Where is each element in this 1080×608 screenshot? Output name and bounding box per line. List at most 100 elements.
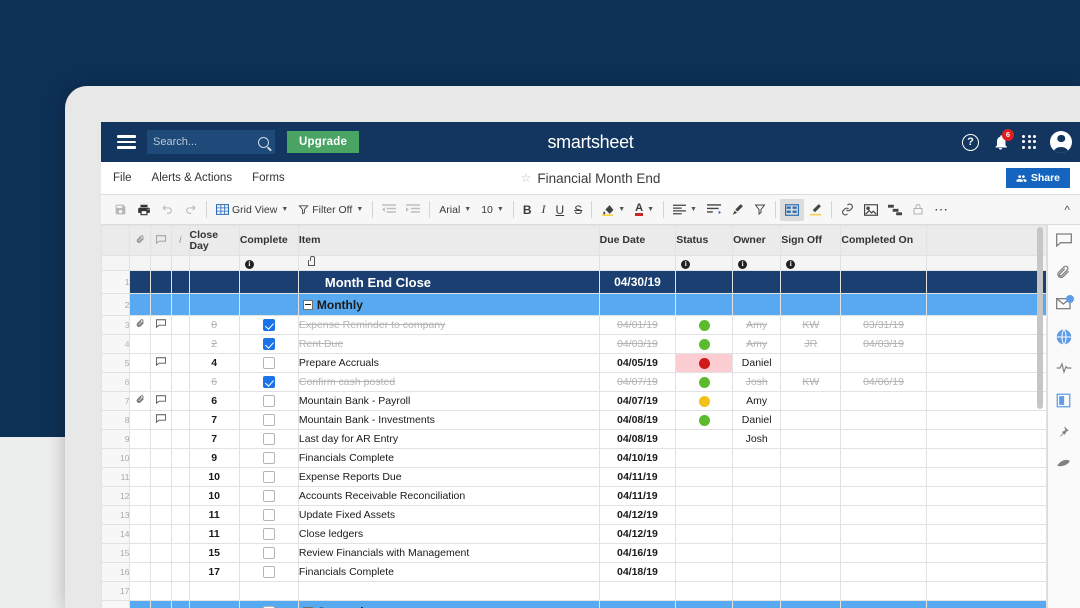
cell-signoff[interactable] [781,544,841,563]
cell-complete[interactable] [239,506,298,525]
cell-due-date[interactable]: 04/08/19 [599,430,676,449]
cell-signoff[interactable] [781,468,841,487]
header-signoff[interactable]: Sign Off [781,226,841,256]
cell-complete[interactable] [239,354,298,373]
cell-status[interactable] [676,354,733,373]
cell-due-date[interactable]: 04/30/19 [599,271,676,294]
cell-close-day[interactable]: 7 [189,430,239,449]
cell-item[interactable]: Financials Complete [298,449,599,468]
cell-complete[interactable] [239,487,298,506]
cell-completed-on[interactable]: 04/06/19 [841,373,926,392]
cell-close-day[interactable]: 10 [189,487,239,506]
save-icon[interactable] [109,199,132,221]
comment-icon[interactable] [1056,233,1073,250]
attachment-icon[interactable] [1056,265,1073,282]
highlight-icon[interactable] [1056,457,1073,474]
summary-icon[interactable] [1056,393,1073,410]
collapse-toolbar-icon[interactable]: ^ [1064,203,1070,217]
cell-status[interactable] [676,392,733,411]
cell-owner[interactable]: Daniel [733,411,781,430]
table-row[interactable]: 76Mountain Bank - Payroll04/07/19Amy [102,392,1047,411]
italic-button[interactable]: I [537,199,551,221]
header-attachment-icon[interactable] [130,226,151,256]
table-row[interactable]: 18Quarterly [102,601,1047,608]
cell-complete[interactable] [239,601,298,608]
cell-status[interactable] [676,506,733,525]
cell-signoff[interactable]: KW [781,373,841,392]
header-owner[interactable]: Owner [733,226,781,256]
header-completed-on[interactable]: Completed On [841,226,926,256]
complete-checkbox[interactable] [263,471,275,483]
table-row[interactable]: 1Month End Close04/30/19 [102,271,1047,294]
activity-log-icon[interactable] [1056,361,1073,378]
cell-completed-on[interactable] [841,294,926,316]
complete-checkbox[interactable] [263,566,275,578]
cell-signoff[interactable] [781,411,841,430]
hierarchy-button[interactable] [883,199,907,221]
cell-due-date[interactable] [599,582,676,601]
subheader-complete-info[interactable]: i [239,256,298,271]
cell-item[interactable]: Mountain Bank - Payroll [298,392,599,411]
cell-signoff[interactable] [781,601,841,608]
cell-owner[interactable] [733,506,781,525]
cell-owner[interactable]: Josh [733,373,781,392]
table-row[interactable]: 1210Accounts Receivable Reconciliation04… [102,487,1047,506]
cell-owner[interactable]: Amy [733,316,781,335]
table-row[interactable]: 66Confirm cash posted04/07/19JoshKW04/06… [102,373,1047,392]
row-comment-indicator[interactable] [151,354,172,373]
cell-owner[interactable] [733,271,781,294]
cell-owner[interactable] [733,468,781,487]
cell-owner[interactable] [733,525,781,544]
scrollbar-thumb[interactable] [1037,227,1043,409]
table-row[interactable]: 2Monthly [102,294,1047,316]
row-comment-indicator[interactable] [151,316,172,335]
cell-due-date[interactable]: 04/10/19 [599,449,676,468]
cell-owner[interactable] [733,449,781,468]
cell-item[interactable]: Monthly [298,294,599,316]
cell-completed-on[interactable] [841,411,926,430]
lock-row-button[interactable] [907,199,929,221]
cell-completed-on[interactable] [841,354,926,373]
cell-status[interactable] [676,316,733,335]
cell-complete[interactable] [239,294,298,316]
cell-completed-on[interactable]: 03/31/19 [841,316,926,335]
cell-due-date[interactable] [599,294,676,316]
header-proof-icon[interactable]: i [172,226,190,256]
cell-owner[interactable]: Daniel [733,354,781,373]
share-button[interactable]: Share [1006,168,1070,188]
cell-signoff[interactable] [781,354,841,373]
cell-signoff[interactable] [781,582,841,601]
card-view-button[interactable] [780,199,804,221]
cell-completed-on[interactable] [841,430,926,449]
insert-link-button[interactable] [836,199,859,221]
cell-completed-on[interactable] [841,601,926,608]
more-options-button[interactable]: ⋯ [929,199,954,221]
underline-button[interactable]: U [551,199,570,221]
row-attachment-indicator[interactable] [130,316,151,335]
table-row[interactable]: 1515Review Financials with Management04/… [102,544,1047,563]
complete-checkbox[interactable] [263,547,275,559]
cell-due-date[interactable]: 04/16/19 [599,544,676,563]
cell-close-day[interactable] [189,582,239,601]
cell-item[interactable]: Quarterly [298,601,599,608]
format-painter-button[interactable] [726,199,749,221]
cell-signoff[interactable] [781,563,841,582]
cell-item[interactable]: Financials Complete [298,563,599,582]
update-request-icon[interactable] [1056,297,1073,314]
complete-checkbox[interactable] [263,528,275,540]
cell-completed-on[interactable] [841,468,926,487]
subheader-signoff-info[interactable]: i [781,256,841,271]
cell-close-day[interactable]: 11 [189,525,239,544]
cell-complete[interactable] [239,316,298,335]
table-row[interactable]: 109Financials Complete04/10/19 [102,449,1047,468]
cell-due-date[interactable]: 04/07/19 [599,373,676,392]
status-dot-green[interactable] [699,415,710,426]
header-status[interactable]: Status [676,226,733,256]
cell-status[interactable] [676,601,733,608]
cell-signoff[interactable] [781,525,841,544]
cell-item[interactable]: Rent Due [298,335,599,354]
cell-complete[interactable] [239,271,298,294]
subheader-owner-info[interactable]: i [733,256,781,271]
cell-complete[interactable] [239,582,298,601]
cell-status[interactable] [676,411,733,430]
